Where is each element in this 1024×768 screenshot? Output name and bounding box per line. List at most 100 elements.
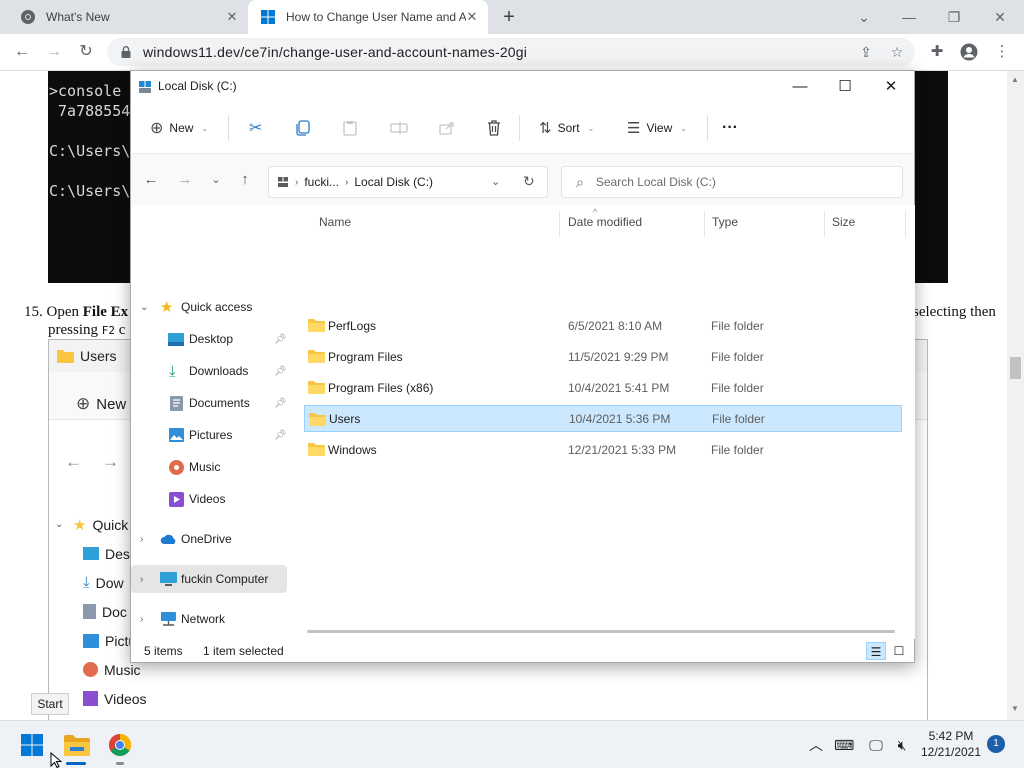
chevron-right-icon[interactable]: › xyxy=(140,534,143,545)
column-header-type[interactable]: Type xyxy=(712,215,738,235)
view-button[interactable]: ☰ View ⌄ xyxy=(627,117,687,139)
network-monitor-icon[interactable]: 🖵︎ xyxy=(866,735,886,755)
sort-button[interactable]: ⇅ Sort ⌄ xyxy=(539,117,594,139)
column-header-size[interactable]: Size xyxy=(832,215,855,235)
notification-badge[interactable]: 1 xyxy=(987,735,1005,753)
scrollbar-thumb[interactable] xyxy=(1010,357,1021,379)
explorer-address-bar[interactable]: › fucki... › Local Disk (C:) ⌄ ↻ xyxy=(268,166,548,198)
recent-locations-chevron-icon[interactable]: ⌄ xyxy=(206,170,226,190)
speaker-muted-icon[interactable]: 🔇︎ xyxy=(892,735,912,755)
windows-logo-icon xyxy=(21,734,43,756)
open-app-indicator xyxy=(116,762,124,765)
tab-strip: What's New ✕ How to Change User Name and… xyxy=(0,0,1024,34)
keyboard-icon[interactable]: ⌨ xyxy=(834,735,854,755)
file-row[interactable]: Windows 12/21/2021 5:33 PM File folder xyxy=(304,436,902,463)
step-right-text: selecting then xyxy=(913,304,996,320)
scroll-up-icon[interactable]: ▲ xyxy=(1011,75,1019,84)
file-row[interactable]: Program Files 11/5/2021 9:29 PM File fol… xyxy=(304,343,902,370)
breadcrumb-computer[interactable]: fucki... xyxy=(304,175,339,189)
column-header-name[interactable]: Name xyxy=(319,215,351,235)
close-tab-icon[interactable]: ✕ xyxy=(464,9,480,25)
nav-pictures[interactable]: Pictures 📌︎ xyxy=(131,421,287,449)
minimize-icon[interactable]: — xyxy=(786,75,814,99)
start-button[interactable] xyxy=(16,729,48,761)
minimize-icon[interactable]: — xyxy=(898,6,920,28)
close-tab-icon[interactable]: ✕ xyxy=(224,9,240,25)
new-tab-button[interactable]: + xyxy=(499,7,519,27)
step-pressing-line: pressing F2 c xyxy=(48,322,126,338)
chevron-down-icon[interactable]: ⌄ xyxy=(140,302,148,313)
profile-avatar-icon[interactable] xyxy=(959,42,979,62)
share-button[interactable] xyxy=(439,117,455,139)
file-row-selected[interactable]: Users 10/4/2021 5:36 PM File folder xyxy=(304,405,902,432)
nav-quick-access[interactable]: ⌄ ★ Quick access xyxy=(131,293,287,321)
forward-arrow-icon[interactable]: → xyxy=(175,170,195,190)
rename-button[interactable] xyxy=(390,117,408,139)
nav-network[interactable]: › Network xyxy=(131,605,287,633)
tab-search-chevron-icon[interactable]: ⌄ xyxy=(853,6,875,28)
scroll-down-icon[interactable]: ▼ xyxy=(1011,704,1019,713)
show-hidden-icons-chevron-icon[interactable]: ︿ xyxy=(806,735,826,755)
nav-this-pc[interactable]: › fuckin Computer xyxy=(131,565,287,593)
plus-circle-icon: ⊕ xyxy=(76,394,91,413)
close-window-icon[interactable]: ✕ xyxy=(877,75,905,99)
nav-desktop[interactable]: Desktop 📌︎ xyxy=(131,325,287,353)
address-bar[interactable]: windows11.dev/ce7in/change-user-and-acco… xyxy=(107,38,915,66)
tab-title: What's New xyxy=(46,10,110,24)
refresh-icon[interactable]: ↻ xyxy=(523,173,535,190)
address-history-chevron-icon[interactable]: ⌄ xyxy=(491,175,500,188)
details-view-icon[interactable]: ☰ xyxy=(866,642,886,660)
up-arrow-icon[interactable]: ↑ xyxy=(235,170,255,190)
cut-button[interactable]: ✂ xyxy=(249,117,262,139)
paste-button[interactable] xyxy=(343,117,357,139)
horizontal-scrollbar[interactable] xyxy=(307,630,895,633)
nav-videos[interactable]: Videos xyxy=(131,485,287,513)
copy-button[interactable] xyxy=(296,117,310,139)
bookmark-star-icon[interactable]: ☆ xyxy=(887,42,907,62)
chevron-right-icon[interactable]: › xyxy=(140,614,143,625)
explorer-search-input[interactable]: ⌕ Search Local Disk (C:) xyxy=(561,166,903,198)
chevron-right-icon[interactable]: › xyxy=(140,574,143,585)
address-row: ← → ⌄ ↑ › fucki... › Local Disk (C:) ⌄ ↻… xyxy=(131,153,914,205)
nav-music[interactable]: Music xyxy=(131,453,287,481)
column-header-date[interactable]: Date modified xyxy=(568,215,642,235)
new-button[interactable]: ⊕ New ⌄ xyxy=(150,117,208,139)
file-row[interactable]: PerfLogs 6/5/2021 8:10 AM File folder xyxy=(304,312,902,339)
large-icons-view-icon[interactable]: ☐ xyxy=(889,642,909,660)
nav-downloads[interactable]: ⤓ Downloads 📌︎ xyxy=(131,357,287,385)
tab-how-to-change-user[interactable]: How to Change User Name and A ✕ xyxy=(248,0,488,34)
system-clock[interactable]: 5:42 PM 12/21/2021 xyxy=(920,728,982,760)
music-icon xyxy=(169,459,184,475)
clock-time: 5:42 PM xyxy=(928,729,974,743)
delete-button[interactable] xyxy=(487,117,501,139)
file-explorer-taskbar-button[interactable] xyxy=(61,729,93,761)
clipboard-icon xyxy=(343,121,357,136)
f2-key: F2 xyxy=(101,324,115,337)
restore-icon[interactable]: ❐ xyxy=(943,6,965,28)
trash-icon xyxy=(488,120,500,136)
pictures-icon xyxy=(169,428,184,442)
chrome-taskbar-button[interactable] xyxy=(104,729,136,761)
extensions-puzzle-icon[interactable]: ✚ xyxy=(927,42,947,62)
share-icon[interactable]: ⇪ xyxy=(856,42,876,62)
chrome-menu-icon[interactable]: ⋮ xyxy=(992,42,1012,62)
reload-icon[interactable]: ↻ xyxy=(74,40,98,64)
nav-documents[interactable]: Documents 📌︎ xyxy=(131,389,287,417)
forward-arrow-icon[interactable]: → xyxy=(42,40,66,64)
shot-nav-arrows: ←→ xyxy=(65,452,139,471)
mouse-cursor-icon xyxy=(50,752,62,768)
close-window-icon[interactable]: ✕ xyxy=(989,6,1011,28)
maximize-icon[interactable]: ☐ xyxy=(831,75,859,99)
status-bar: 5 items 1 item selected ☰ ☐ xyxy=(131,639,914,663)
file-date: 11/5/2021 9:29 PM xyxy=(568,349,669,364)
see-more-button[interactable]: ··· xyxy=(722,117,738,139)
tab-whats-new[interactable]: What's New ✕ xyxy=(8,0,248,34)
page-scrollbar[interactable]: ▲ ▼ xyxy=(1007,71,1024,720)
back-arrow-icon[interactable]: ← xyxy=(10,40,34,64)
this-pc-small-icon xyxy=(278,177,288,187)
item-count: 5 items xyxy=(144,644,183,658)
nav-onedrive[interactable]: › OneDrive xyxy=(131,525,287,553)
breadcrumb-local-disk[interactable]: Local Disk (C:) xyxy=(354,175,433,189)
file-row[interactable]: Program Files (x86) 10/4/2021 5:41 PM Fi… xyxy=(304,374,902,401)
back-arrow-icon[interactable]: ← xyxy=(141,170,161,190)
